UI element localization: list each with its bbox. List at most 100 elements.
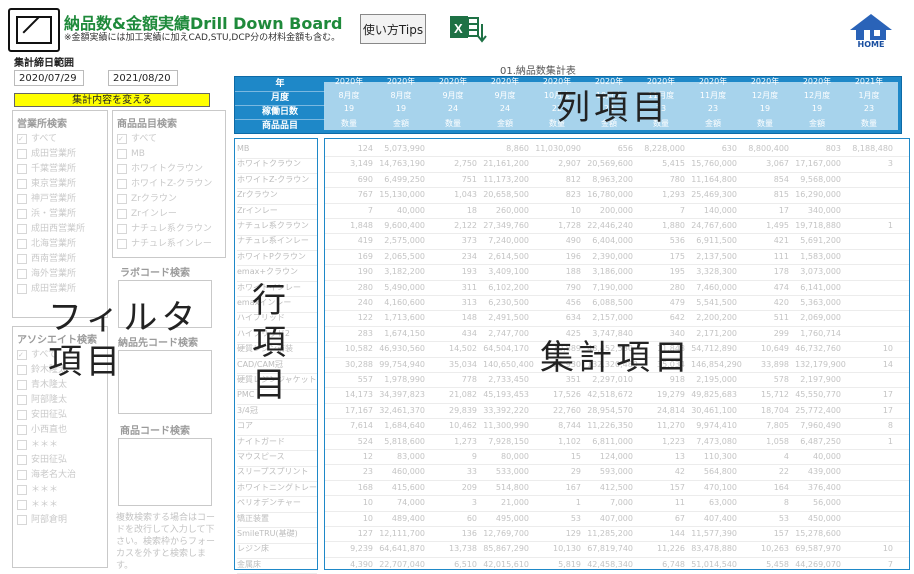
table-cell: 3,328,300: [696, 267, 737, 277]
excel-export-icon[interactable]: X: [448, 12, 488, 44]
table-cell: 7: [679, 205, 685, 215]
checkbox[interactable]: [17, 424, 27, 435]
checkbox[interactable]: [17, 499, 27, 510]
associate-filter-item[interactable]: 安田征弘: [17, 453, 107, 468]
product-filter-item[interactable]: Zrクラウン: [117, 192, 225, 207]
home-button[interactable]: HOME: [846, 12, 896, 49]
table-cell: 132,179,900: [795, 359, 846, 369]
checkbox[interactable]: ✓: [17, 133, 27, 144]
checkbox[interactable]: ✓: [117, 133, 127, 144]
checkbox[interactable]: [117, 208, 127, 219]
table-cell: 489,400: [391, 513, 425, 523]
table-cell: 44,269,070: [795, 559, 841, 569]
office-filter-item[interactable]: 西南営業所: [17, 252, 107, 267]
product-filter-item[interactable]: ホワイトクラウン: [117, 162, 225, 177]
associate-filter-item[interactable]: ＊＊＊: [17, 438, 107, 453]
change-aggregation-button[interactable]: 集計内容を変える: [14, 93, 210, 107]
table-cell: 17,167: [345, 405, 373, 415]
product-filter-list[interactable]: ✓ すべて MB ホワイトクラウン ホワイトZ-クラウン Zrクラウン Zrインレー ナチュレ…: [113, 132, 225, 252]
checkbox[interactable]: [17, 223, 27, 234]
column-header-days: 19: [343, 104, 355, 113]
office-filter-item[interactable]: 北海営業所: [17, 237, 107, 252]
associate-filter-item[interactable]: 阿部倉明: [17, 513, 107, 528]
office-filter-item[interactable]: 東京営業所: [17, 177, 107, 192]
product-filter-panel[interactable]: 商品品目検索 ✓ すべて MB ホワイトクラウン ホワイトZ-クラウン Zrクラウン Zrイ…: [112, 110, 226, 258]
table-cell: 283: [357, 328, 373, 338]
product-filter-item[interactable]: ナチュレ系インレー: [117, 237, 225, 252]
table-cell: 8,860: [506, 144, 529, 153]
checkbox[interactable]: [17, 439, 27, 450]
table-cell: 33,392,220: [483, 405, 529, 415]
associate-filter-item[interactable]: 小西直也: [17, 423, 107, 438]
table-cell: 15: [570, 452, 581, 461]
checkbox[interactable]: [17, 283, 27, 294]
column-header-months: 8月度: [390, 91, 412, 100]
checkbox[interactable]: [17, 454, 27, 465]
office-filter-item[interactable]: 海外営業所: [17, 267, 107, 282]
table-cell: 196: [565, 251, 581, 261]
checkbox[interactable]: [17, 514, 27, 525]
checkbox[interactable]: [117, 238, 127, 249]
table-cell: [847, 372, 893, 389]
checkbox[interactable]: [117, 163, 127, 174]
table-title: 01.納品数集計表: [500, 66, 576, 77]
checkbox[interactable]: [17, 469, 27, 480]
checkbox[interactable]: [17, 484, 27, 495]
table-cell: 23: [362, 467, 373, 477]
associate-filter-item[interactable]: 海老名大治: [17, 468, 107, 483]
table-cell: 144: [669, 529, 685, 538]
office-filter-item[interactable]: ✓ すべて: [17, 132, 107, 147]
svg-text:X: X: [454, 21, 463, 36]
office-filter-item-label: 浜・営業所: [31, 209, 77, 219]
product-filter-item[interactable]: ✓ すべて: [117, 132, 225, 147]
product-filter-item[interactable]: Zrインレー: [117, 207, 225, 222]
associate-filter-item[interactable]: ＊＊＊: [17, 498, 107, 513]
checkbox[interactable]: [117, 193, 127, 204]
checkbox[interactable]: [117, 148, 127, 159]
product-filter-item[interactable]: ナチュレ系クラウン: [117, 222, 225, 237]
checkbox[interactable]: ✓: [17, 349, 27, 360]
office-filter-item[interactable]: 成田営業所: [17, 147, 107, 162]
column-header-months: 12月度: [803, 91, 831, 100]
table-cell: 11,577,390: [691, 529, 737, 538]
product-filter-item[interactable]: ホワイトZ-クラウン: [117, 177, 225, 192]
checkbox[interactable]: [117, 223, 127, 234]
office-filter-item[interactable]: 成田営業所: [17, 282, 107, 297]
checkbox[interactable]: [17, 208, 27, 219]
office-filter-panel[interactable]: 営業所検索 ✓ すべて 成田営業所 千葉営業所 東京営業所 神戸営業所 浜・営業所 成田西営業…: [12, 110, 108, 318]
associate-filter-item[interactable]: 阿部隆太: [17, 393, 107, 408]
checkbox[interactable]: [17, 163, 27, 174]
associate-filter-item[interactable]: ＊＊＊: [17, 483, 107, 498]
table-cell: 18: [466, 205, 477, 215]
associate-filter-item[interactable]: 安田征弘: [17, 408, 107, 423]
checkbox[interactable]: [117, 178, 127, 189]
office-filter-item[interactable]: 成田西営業所: [17, 222, 107, 237]
table-cell: 122: [357, 313, 373, 323]
column-header-years: 2020年: [490, 77, 520, 86]
tips-button[interactable]: 使い方Tips: [360, 14, 426, 44]
table-cell: 2,750: [454, 159, 477, 169]
office-filter-item[interactable]: 千葉営業所: [17, 162, 107, 177]
date-to-field[interactable]: 2021/08/20: [108, 70, 178, 86]
table-cell: 15,278,600: [795, 529, 841, 538]
checkbox[interactable]: [17, 379, 27, 390]
column-header-years: 2020年: [802, 77, 832, 86]
checkbox[interactable]: [17, 238, 27, 249]
checkbox[interactable]: [17, 193, 27, 204]
office-filter-item[interactable]: 浜・営業所: [17, 207, 107, 222]
checkbox[interactable]: [17, 364, 27, 375]
checkbox[interactable]: [17, 148, 27, 159]
date-from-field[interactable]: 2020/07/29: [14, 70, 84, 86]
product-code-input[interactable]: [118, 438, 212, 506]
office-filter-item[interactable]: 神戸営業所: [17, 192, 107, 207]
table-cell: 12,769,700: [483, 529, 529, 538]
product-filter-item[interactable]: MB: [117, 147, 225, 162]
office-filter-list[interactable]: ✓ すべて 成田営業所 千葉営業所 東京営業所 神戸営業所 浜・営業所 成田西営業所 北海営業所…: [13, 132, 107, 297]
table-cell: 12: [362, 452, 373, 461]
checkbox[interactable]: [17, 253, 27, 264]
checkbox[interactable]: [17, 178, 27, 189]
checkbox[interactable]: [17, 268, 27, 279]
checkbox[interactable]: [17, 409, 27, 420]
table-cell: 7,960,490: [800, 421, 841, 431]
checkbox[interactable]: [17, 394, 27, 405]
